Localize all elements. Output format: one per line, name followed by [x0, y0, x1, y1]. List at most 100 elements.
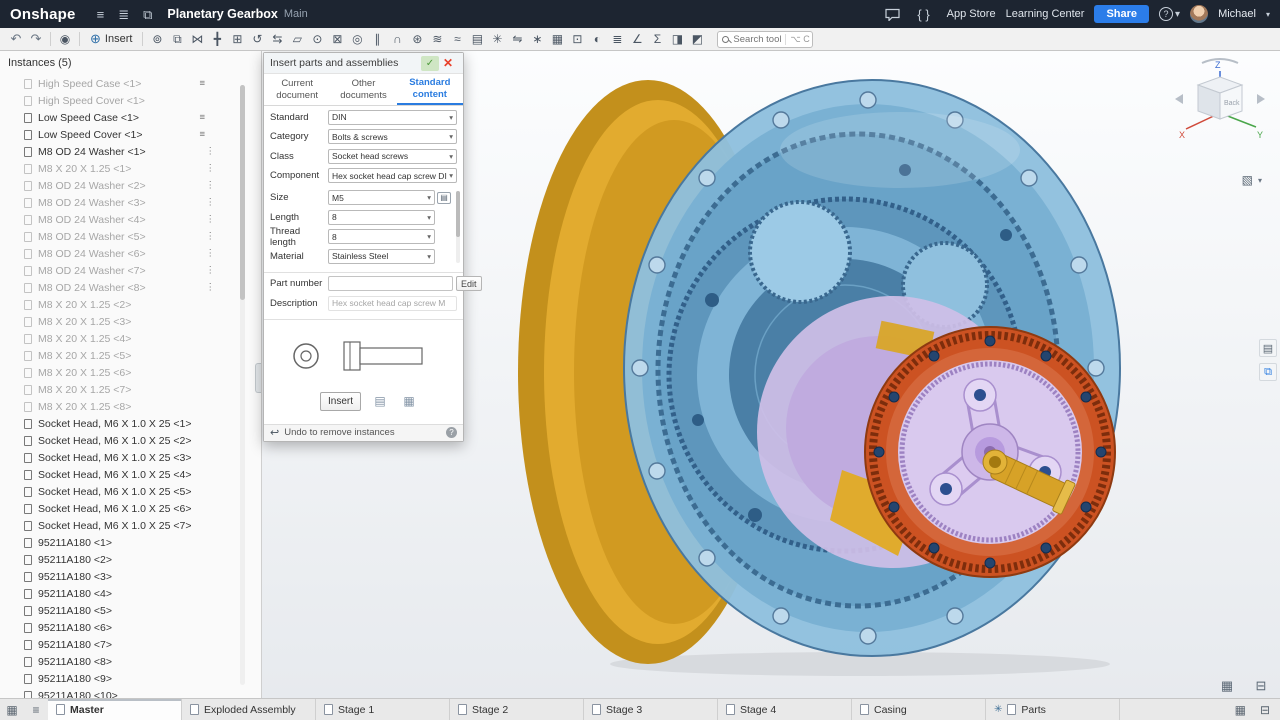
- tab-stage-3[interactable]: Stage 3: [584, 699, 718, 720]
- instance-row[interactable]: M8 X 20 X 1.25 <2>: [0, 296, 261, 313]
- undo-icon[interactable]: ↩: [270, 426, 279, 439]
- tool-search[interactable]: ⌥ C: [717, 31, 813, 48]
- instance-row[interactable]: M8 X 20 X 1.25 <3>: [0, 313, 261, 330]
- instance-row[interactable]: M8 OD 24 Washer <1>⋮: [0, 143, 261, 160]
- mate-connector-icon[interactable]: ╋: [207, 30, 227, 49]
- instance-row[interactable]: M8 OD 24 Washer <4>⋮: [0, 211, 261, 228]
- learning-center-link[interactable]: Learning Center: [1006, 8, 1085, 20]
- revolute-mate-icon[interactable]: ↺: [247, 30, 267, 49]
- collapse-tabs-icon[interactable]: ⊟: [1260, 703, 1270, 717]
- scrollbar-thumb[interactable]: [456, 191, 460, 237]
- help-icon[interactable]: ?: [446, 427, 457, 438]
- app-store-link[interactable]: App Store: [947, 8, 996, 20]
- document-info-icon[interactable]: ≣: [118, 8, 129, 21]
- chevron-down-icon[interactable]: ▾: [1266, 10, 1270, 19]
- share-button[interactable]: Share: [1094, 5, 1149, 23]
- named-positions-icon[interactable]: ⊡: [567, 30, 587, 49]
- instance-row[interactable]: M8 X 20 X 1.25 <7>: [0, 381, 261, 398]
- insert-option-icon-1[interactable]: ▤: [370, 392, 390, 410]
- instance-row[interactable]: 95211A180 <6>: [0, 619, 261, 636]
- instance-row[interactable]: 95211A180 <9>: [0, 670, 261, 687]
- description-field[interactable]: Hex socket head cap screw M: [328, 296, 457, 311]
- instance-row[interactable]: 95211A180 <10>: [0, 687, 261, 698]
- insert-button[interactable]: Insert: [320, 392, 361, 411]
- panel-resize-handle[interactable]: [255, 363, 261, 393]
- instance-row[interactable]: 95211A180 <2>: [0, 551, 261, 568]
- relations-icon[interactable]: ⋈: [187, 30, 207, 49]
- view-cube[interactable]: X Y Z Back: [1172, 55, 1268, 151]
- undo-icon[interactable]: ↶: [6, 30, 26, 49]
- versions-icon[interactable]: ⧉: [143, 8, 152, 21]
- tab-casing[interactable]: Casing: [852, 699, 986, 720]
- tab-other-documents[interactable]: Other documents: [330, 74, 396, 105]
- confirm-icon[interactable]: ✓: [421, 56, 439, 71]
- thread-length-select[interactable]: 8 ▾: [328, 229, 435, 244]
- instance-row[interactable]: Socket Head, M6 X 1.0 X 25 <6>: [0, 500, 261, 517]
- explode-view-icon[interactable]: ∗: [527, 30, 547, 49]
- search-input[interactable]: [733, 34, 781, 45]
- mirror-icon[interactable]: ⇋: [507, 30, 527, 49]
- more-options-icon[interactable]: ⋮: [206, 163, 216, 174]
- instances-header[interactable]: Instances (5): [0, 51, 261, 73]
- panels-icon[interactable]: ⊟: [1252, 677, 1270, 695]
- redo-icon[interactable]: ↷: [26, 30, 46, 49]
- group-icon[interactable]: ⧉: [167, 30, 187, 49]
- measure-icon[interactable]: ∠: [627, 30, 647, 49]
- instance-row[interactable]: Low Speed Case <1>≡: [0, 109, 261, 126]
- tab-current-document[interactable]: Current document: [264, 74, 330, 105]
- tab-stage-4[interactable]: Stage 4: [718, 699, 852, 720]
- more-options-icon[interactable]: ⋮: [206, 146, 216, 157]
- bom-icon[interactable]: ≡: [199, 78, 205, 89]
- instance-row[interactable]: Low Speed Cover <1>≡: [0, 126, 261, 143]
- featurescript-icon[interactable]: { }: [917, 8, 929, 21]
- instance-row[interactable]: 95211A180 <7>: [0, 636, 261, 653]
- material-select[interactable]: Stainless Steel ▾: [328, 249, 435, 264]
- main-menu-icon[interactable]: ≡: [97, 8, 105, 21]
- category-select[interactable]: Bolts & screws ▾: [328, 129, 457, 144]
- scrollbar-thumb[interactable]: [240, 85, 245, 300]
- cylindrical-mate-icon[interactable]: ⊙: [307, 30, 327, 49]
- component-select[interactable]: Hex socket head cap screw DIN 912 ▾: [328, 168, 457, 183]
- bom-icon[interactable]: ≣: [607, 30, 627, 49]
- onshape-logo[interactable]: Onshape: [10, 6, 76, 23]
- linear-pattern-icon[interactable]: ▤: [467, 30, 487, 49]
- tab-exploded-assembly[interactable]: Exploded Assembly: [182, 699, 316, 720]
- instance-row[interactable]: High Speed Case <1>≡: [0, 75, 261, 92]
- instance-row[interactable]: 95211A180 <8>: [0, 653, 261, 670]
- sync-status-icon[interactable]: ◉: [55, 30, 75, 49]
- tab-grid-view-icon[interactable]: ▦: [1235, 703, 1246, 717]
- dialog-scrollbar[interactable]: [456, 191, 460, 263]
- tab-stage-2[interactable]: Stage 2: [450, 699, 584, 720]
- instance-row[interactable]: Socket Head, M6 X 1.0 X 25 <3>: [0, 449, 261, 466]
- ball-mate-icon[interactable]: ◎: [347, 30, 367, 49]
- bom-panel-icon[interactable]: ▤: [1259, 339, 1277, 357]
- length-select[interactable]: 8 ▾: [328, 210, 435, 225]
- more-options-icon[interactable]: ⋮: [206, 214, 216, 225]
- instance-row[interactable]: High Speed Cover <1>: [0, 92, 261, 109]
- instance-row[interactable]: Socket Head, M6 X 1.0 X 25 <2>: [0, 432, 261, 449]
- instance-row[interactable]: M8 OD 24 Washer <8>⋮: [0, 279, 261, 296]
- edit-part-number-button[interactable]: Edit: [456, 276, 482, 291]
- instance-row[interactable]: 95211A180 <1>: [0, 534, 261, 551]
- more-options-icon[interactable]: ⋮: [206, 265, 216, 276]
- insert-option-icon-2[interactable]: ▦: [399, 392, 419, 410]
- favorites-icon[interactable]: ▤: [437, 192, 451, 204]
- user-name[interactable]: Michael: [1218, 8, 1256, 20]
- more-options-icon[interactable]: ⋮: [206, 231, 216, 242]
- mate-icon[interactable]: ⊚: [147, 30, 167, 49]
- slider-mate-icon[interactable]: ⇆: [267, 30, 287, 49]
- instance-row[interactable]: M8 X 20 X 1.25 <8>: [0, 398, 261, 415]
- instance-row[interactable]: 95211A180 <4>: [0, 585, 261, 602]
- instance-row[interactable]: Socket Head, M6 X 1.0 X 25 <7>: [0, 517, 261, 534]
- instance-row[interactable]: Socket Head, M6 X 1.0 X 25 <1>: [0, 415, 261, 432]
- configurations-panel-icon[interactable]: ⧉: [1259, 363, 1277, 381]
- pin-slot-mate-icon[interactable]: ⊠: [327, 30, 347, 49]
- tab-standard-content[interactable]: Standard content: [397, 74, 463, 105]
- mass-properties-icon[interactable]: Σ: [647, 30, 667, 49]
- view-display-options[interactable]: ▧ ▾: [1242, 173, 1262, 187]
- instance-row[interactable]: Socket Head, M6 X 1.0 X 25 <4>: [0, 466, 261, 483]
- screw-relation-icon[interactable]: ≋: [427, 30, 447, 49]
- close-icon[interactable]: ✕: [439, 56, 457, 70]
- tab-stage-1[interactable]: Stage 1: [316, 699, 450, 720]
- more-options-icon[interactable]: ⋮: [206, 248, 216, 259]
